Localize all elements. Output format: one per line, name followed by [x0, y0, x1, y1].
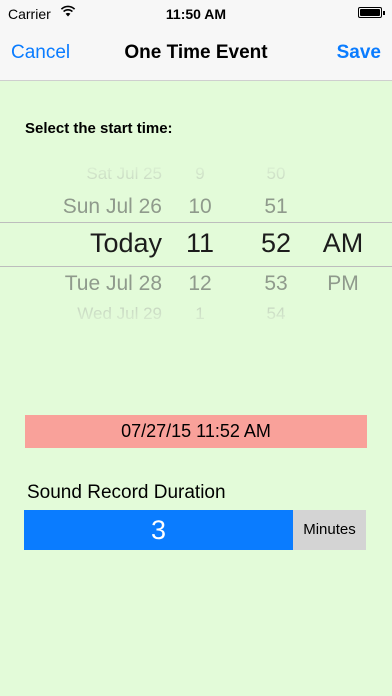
- picker-date-option[interactable]: Tue Jul 28: [0, 272, 162, 296]
- status-bar: Carrier 11:50 AM: [0, 0, 392, 28]
- picker-date-option[interactable]: Wed Jul 29: [0, 304, 162, 324]
- picker-minute-column[interactable]: 50 51 52 53 54: [245, 160, 307, 330]
- duration-input[interactable]: 3: [24, 510, 293, 550]
- picker-minute-option[interactable]: 53: [245, 272, 307, 296]
- duration-label: Sound Record Duration: [27, 482, 226, 503]
- picker-ampm-column[interactable]: AM PM: [315, 160, 371, 330]
- picker-hour-selected[interactable]: 11: [170, 228, 230, 259]
- picker-hour-option[interactable]: 1: [170, 304, 230, 324]
- picker-minute-option[interactable]: 51: [245, 195, 307, 219]
- picker-date-column[interactable]: Sat Jul 25 Sun Jul 26 Today Tue Jul 28 W…: [0, 160, 162, 330]
- picker-date-option[interactable]: Sat Jul 25: [0, 164, 162, 184]
- picker-ampm-selected[interactable]: AM: [315, 228, 371, 259]
- selected-datetime-display: 07/27/15 11:52 AM: [25, 415, 367, 448]
- page-title: One Time Event: [124, 42, 268, 63]
- picker-hour-column[interactable]: 9 10 11 12 1: [170, 160, 230, 330]
- date-time-picker[interactable]: Sat Jul 25 Sun Jul 26 Today Tue Jul 28 W…: [0, 160, 392, 330]
- status-time: 11:50 AM: [165, 6, 227, 22]
- picker-hour-option[interactable]: 9: [170, 164, 230, 184]
- picker-hour-option[interactable]: 10: [170, 195, 230, 219]
- picker-minute-selected[interactable]: 52: [245, 228, 307, 259]
- picker-minute-option[interactable]: 50: [245, 164, 307, 184]
- picker-date-selected[interactable]: Today: [0, 228, 162, 259]
- picker-date-option[interactable]: Sun Jul 26: [0, 195, 162, 219]
- duration-unit-label: Minutes: [293, 510, 366, 550]
- picker-minute-option[interactable]: 54: [245, 304, 307, 324]
- picker-label: Select the start time:: [25, 120, 173, 137]
- save-button[interactable]: Save: [337, 42, 381, 64]
- picker-ampm-option[interactable]: PM: [315, 272, 371, 296]
- picker-hour-option[interactable]: 12: [170, 272, 230, 296]
- navigation-bar: Cancel One Time Event Save: [0, 28, 392, 81]
- battery-icon: [358, 7, 385, 18]
